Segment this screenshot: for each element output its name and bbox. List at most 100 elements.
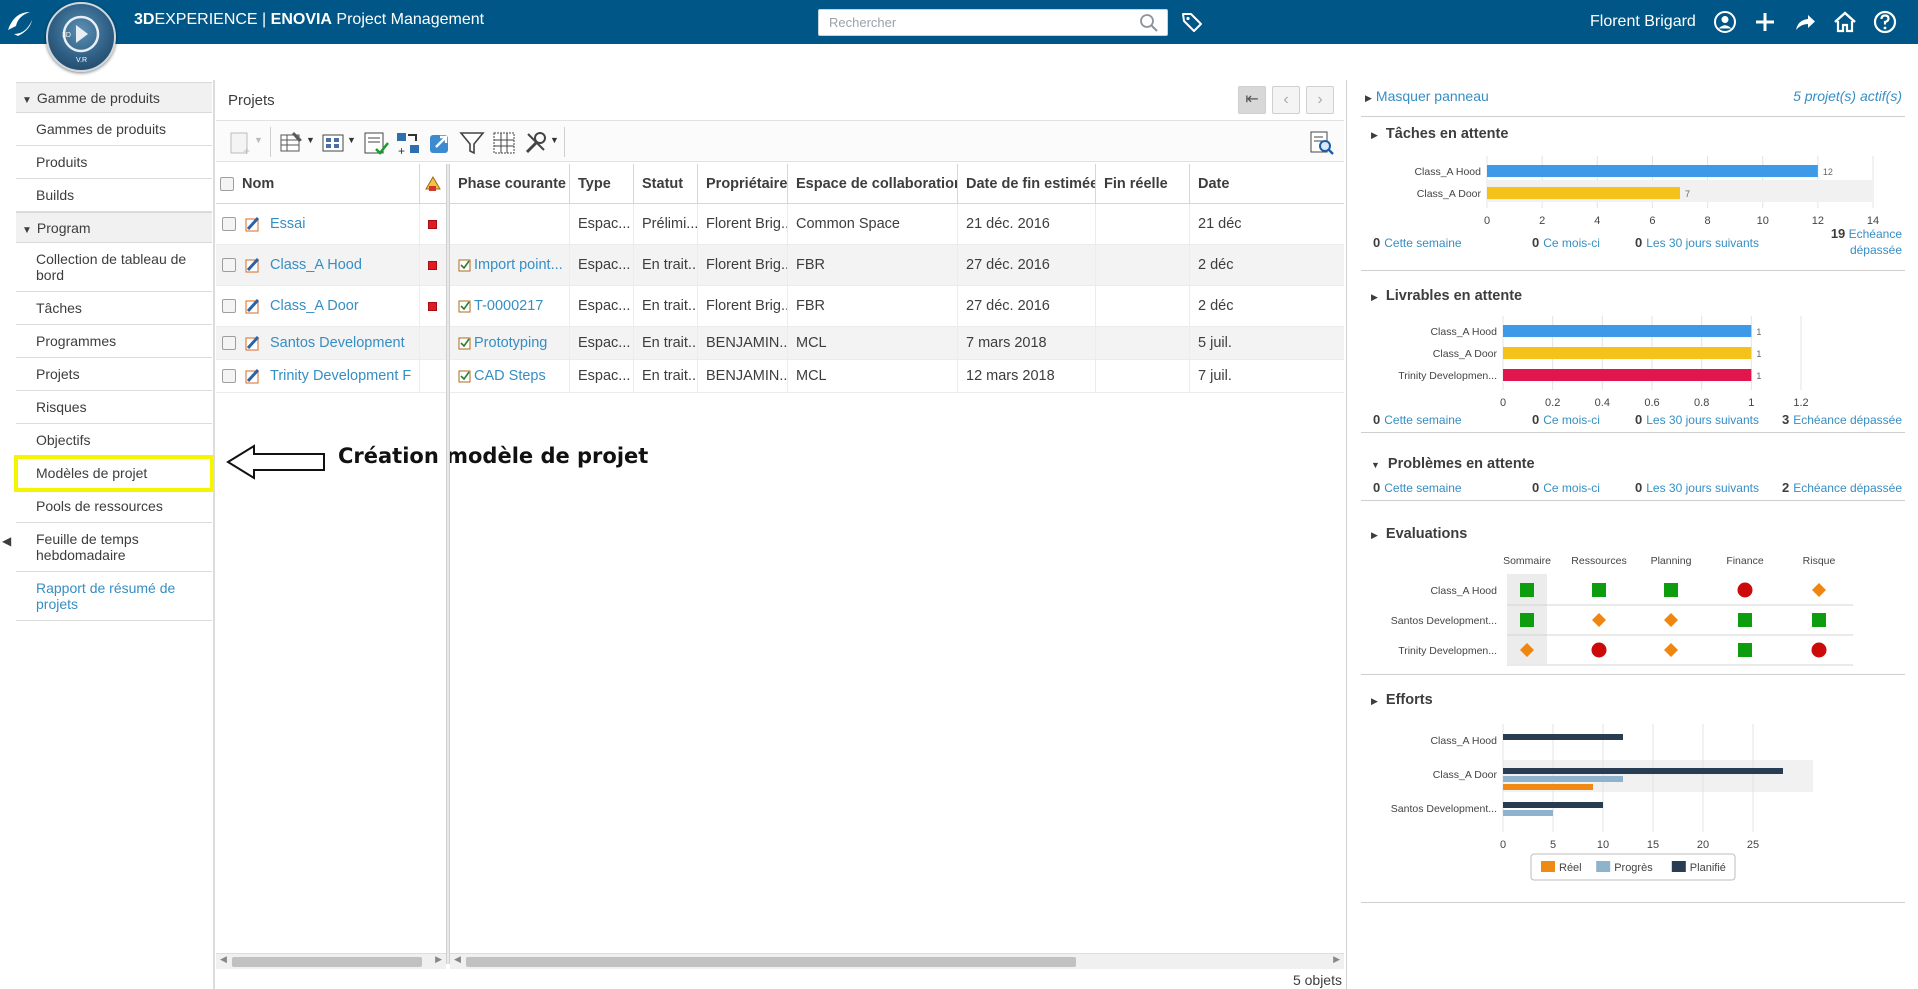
stat-problemes-week[interactable]: 0 Cette semaine [1373,480,1462,495]
scroll-left-icon[interactable]: ◀ [454,954,461,965]
nav-item-taches[interactable]: Tâches [16,292,212,325]
column-header-date-fin-estimee[interactable]: Date de fin estimée [958,164,1096,204]
cell-phase[interactable]: Prototyping [450,327,570,359]
column-header-state[interactable] [420,164,446,204]
stat-taches-week[interactable]: 0 Cette semaine [1373,235,1462,250]
table-row[interactable]: Essai [216,204,446,245]
stat-taches-next30[interactable]: 0 Les 30 jours suivants [1635,235,1759,250]
cell-phase[interactable]: T-0000217 [450,286,570,326]
table-row[interactable]: CAD Steps Espac... En trait... BENJAMIN.… [450,360,1344,393]
add-icon[interactable] [1752,9,1778,35]
table-row[interactable]: Prototyping Espac... En trait... BENJAMI… [450,327,1344,360]
nav-item-modeles-projet[interactable]: Modèles de projet [14,455,214,492]
table-row[interactable]: Santos Development [216,327,446,360]
section-title-efforts[interactable]: ▶ Efforts [1371,692,1433,708]
scrollbar-thumb[interactable] [232,957,422,967]
view-grid-icon[interactable] [320,129,348,157]
cell-phase[interactable]: CAD Steps [450,360,570,392]
column-header-nom[interactable]: Nom [216,164,420,204]
home-icon[interactable] [1832,9,1858,35]
nav-item-collection[interactable]: Collection de tableau de bord [16,243,212,292]
column-header-date[interactable]: Date [1190,164,1344,204]
row-checkbox[interactable] [222,258,236,272]
search-icon[interactable] [1139,13,1159,33]
table-row[interactable]: Espac... Prélimi... Florent Brig... Comm… [450,204,1344,245]
dropdown-arrow-icon[interactable]: ▼ [347,135,356,145]
filter-icon[interactable] [458,129,486,157]
stat-taches-overdue[interactable]: 19 Echéance dépassée [1831,226,1902,258]
section-title-livrables[interactable]: ▶ Livrables en attente [1371,288,1522,304]
project-name-link[interactable]: Essai [270,216,305,232]
share-icon[interactable] [1792,9,1818,35]
section-title-problemes[interactable]: ▼ Problèmes en attente [1371,456,1535,472]
stat-livrables-week[interactable]: 0 Cette semaine [1373,412,1462,427]
hide-panel-link[interactable]: ▶ Masquer panneau [1365,88,1489,104]
stat-livrables-month[interactable]: 0 Ce mois-ci [1532,412,1600,427]
column-header-statut[interactable]: Statut [634,164,698,204]
table-row[interactable]: Class_A Hood [216,245,446,286]
nav-item-objectifs[interactable]: Objectifs [16,424,212,457]
nav-item-builds[interactable]: Builds [16,179,212,212]
table-row[interactable]: Import point... Espac... En trait... Flo… [450,245,1344,286]
column-header-fin-reelle[interactable]: Fin réelle [1096,164,1190,204]
table-row[interactable]: Class_A Door [216,286,446,327]
nav-item-programmes[interactable]: Programmes [16,325,212,358]
stat-problemes-month[interactable]: 0 Ce mois-ci [1532,480,1600,495]
tag-icon[interactable] [1180,10,1204,34]
stat-problemes-overdue[interactable]: 2 Echéance dépassée [1782,480,1902,495]
nav-item-produits[interactable]: Produits [16,146,212,179]
project-name-link[interactable]: Class_A Door [270,298,359,314]
horizontal-scrollbar-main[interactable]: ◀ ▶ [450,953,1344,969]
row-checkbox[interactable] [222,369,236,383]
previous-button[interactable]: ‹ [1272,86,1300,114]
scroll-right-icon[interactable]: ▶ [1333,954,1340,965]
help-icon[interactable] [1872,9,1898,35]
table-row[interactable]: T-0000217 Espac... En trait... Florent B… [450,286,1344,327]
user-profile-icon[interactable] [1712,9,1738,35]
horizontal-scrollbar-frozen[interactable]: ◀ ▶ [216,953,446,969]
search-config-icon[interactable] [1308,129,1336,157]
new-document-icon[interactable]: + [226,129,254,157]
nav-item-pools[interactable]: Pools de ressources [16,490,212,523]
project-name-link[interactable]: Class_A Hood [270,257,362,273]
open-external-icon[interactable] [426,129,454,157]
next-button[interactable]: › [1306,86,1334,114]
nav-section-gamme[interactable]: ▼ Gamme de produits [16,82,212,113]
dropdown-arrow-icon[interactable]: ▼ [306,135,315,145]
dassault-logo-icon[interactable] [4,6,38,38]
row-checkbox[interactable] [222,299,236,313]
project-name-link[interactable]: Santos Development [270,335,405,351]
row-checkbox[interactable] [222,217,236,231]
nav-item-feuille-temps[interactable]: Feuille de temps hebdomadaire [16,523,212,572]
scroll-right-icon[interactable]: ▶ [435,954,442,965]
row-checkbox[interactable] [222,336,236,350]
validate-list-icon[interactable] [362,129,390,157]
column-header-type[interactable]: Type [570,164,634,204]
dropdown-arrow-icon[interactable]: ▼ [550,135,559,145]
nav-item-rapport[interactable]: Rapport de résumé de projets [16,572,212,621]
nav-item-gammes[interactable]: Gammes de produits [16,113,212,146]
collapse-panel-button[interactable]: ⇤ [1238,86,1266,114]
move-rows-icon[interactable]: + [394,129,422,157]
nav-item-risques[interactable]: Risques [16,391,212,424]
stat-taches-month[interactable]: 0 Ce mois-ci [1532,235,1600,250]
nav-item-projets[interactable]: Projets [16,358,212,391]
column-header-proprietaire[interactable]: Propriétaire [698,164,788,204]
nav-section-program[interactable]: ▼ Program [16,212,212,243]
section-title-evaluations[interactable]: ▶ Evaluations [1371,526,1467,542]
cell-phase[interactable] [450,204,570,244]
stat-livrables-next30[interactable]: 0 Les 30 jours suivants [1635,412,1759,427]
table-select-icon[interactable] [490,129,518,157]
compass-icon[interactable]: 3D V.R [46,2,116,72]
tools-icon[interactable] [522,129,550,157]
dropdown-arrow-icon[interactable]: ▼ [254,135,263,145]
scrollbar-thumb[interactable] [466,957,1076,967]
collapse-left-panel-icon[interactable]: ◀ [2,534,11,548]
select-all-checkbox[interactable] [220,177,234,191]
user-name[interactable]: Florent Brigard [1590,13,1696,31]
column-header-espace[interactable]: Espace de collaboration [788,164,958,204]
scroll-left-icon[interactable]: ◀ [220,954,227,965]
search-input[interactable] [819,10,1119,35]
column-header-phase[interactable]: Phase courante [450,164,570,204]
table-row[interactable]: Trinity Development F [216,360,446,393]
